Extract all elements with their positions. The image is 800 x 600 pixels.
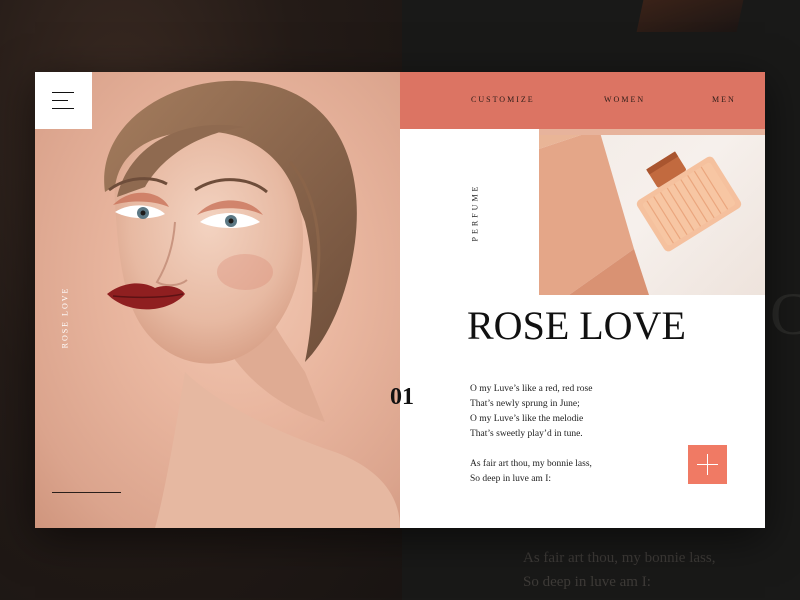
hamburger-menu-icon bbox=[52, 92, 74, 93]
hamburger-menu-icon bbox=[52, 100, 68, 101]
slide-number: 01 bbox=[390, 384, 414, 410]
model-photo: ROSE LOVE bbox=[35, 72, 400, 528]
nav-item-women[interactable]: WOMEN bbox=[604, 95, 645, 104]
category-label: PERFUME bbox=[455, 172, 495, 252]
perfume-bottle-illustration bbox=[539, 129, 765, 295]
backdrop-poem-line: As fair art thou, my bonnie lass, bbox=[523, 550, 716, 566]
hamburger-menu-icon bbox=[52, 108, 74, 109]
description-line: That’s newly sprung in June; bbox=[470, 399, 580, 409]
side-label-text: ROSE LOVE bbox=[60, 286, 70, 348]
category-label-text: PERFUME bbox=[470, 183, 480, 241]
description-line: So deep in luve am I: bbox=[470, 474, 551, 484]
backdrop-box bbox=[636, 0, 744, 32]
description-line: O my Luve’s like a red, red rose bbox=[470, 384, 593, 394]
product-description: O my Luve’s like a red, red rose That’s … bbox=[470, 382, 670, 487]
top-nav: CUSTOMIZE WOMEN MEN bbox=[400, 72, 765, 129]
nav-item-customize[interactable]: CUSTOMIZE bbox=[471, 95, 535, 104]
product-title: ROSE LOVE bbox=[467, 303, 686, 348]
menu-button[interactable] bbox=[35, 72, 92, 129]
add-button[interactable] bbox=[688, 445, 727, 484]
product-card: ROSE LOVE CUSTOMIZE WOMEN MEN PERFUME RO… bbox=[35, 72, 765, 528]
side-label: ROSE LOVE bbox=[45, 286, 85, 348]
backdrop-poem-line: So deep in luve am I: bbox=[523, 574, 651, 590]
backdrop-letter: C bbox=[770, 281, 800, 347]
perfume-photo bbox=[539, 129, 765, 295]
plus-icon bbox=[707, 454, 708, 475]
description-line: As fair art thou, my bonnie lass, bbox=[470, 459, 592, 469]
nav-item-men[interactable]: MEN bbox=[712, 95, 736, 104]
description-line: That’s sweetly play’d in tune. bbox=[470, 429, 583, 439]
backdrop-poem: As fair art thou, my bonnie lass, So dee… bbox=[523, 546, 800, 594]
photo-divider bbox=[52, 492, 121, 493]
model-portrait-illustration bbox=[104, 80, 400, 528]
description-line: O my Luve’s like the melodie bbox=[470, 414, 584, 424]
description-gap bbox=[470, 442, 670, 457]
